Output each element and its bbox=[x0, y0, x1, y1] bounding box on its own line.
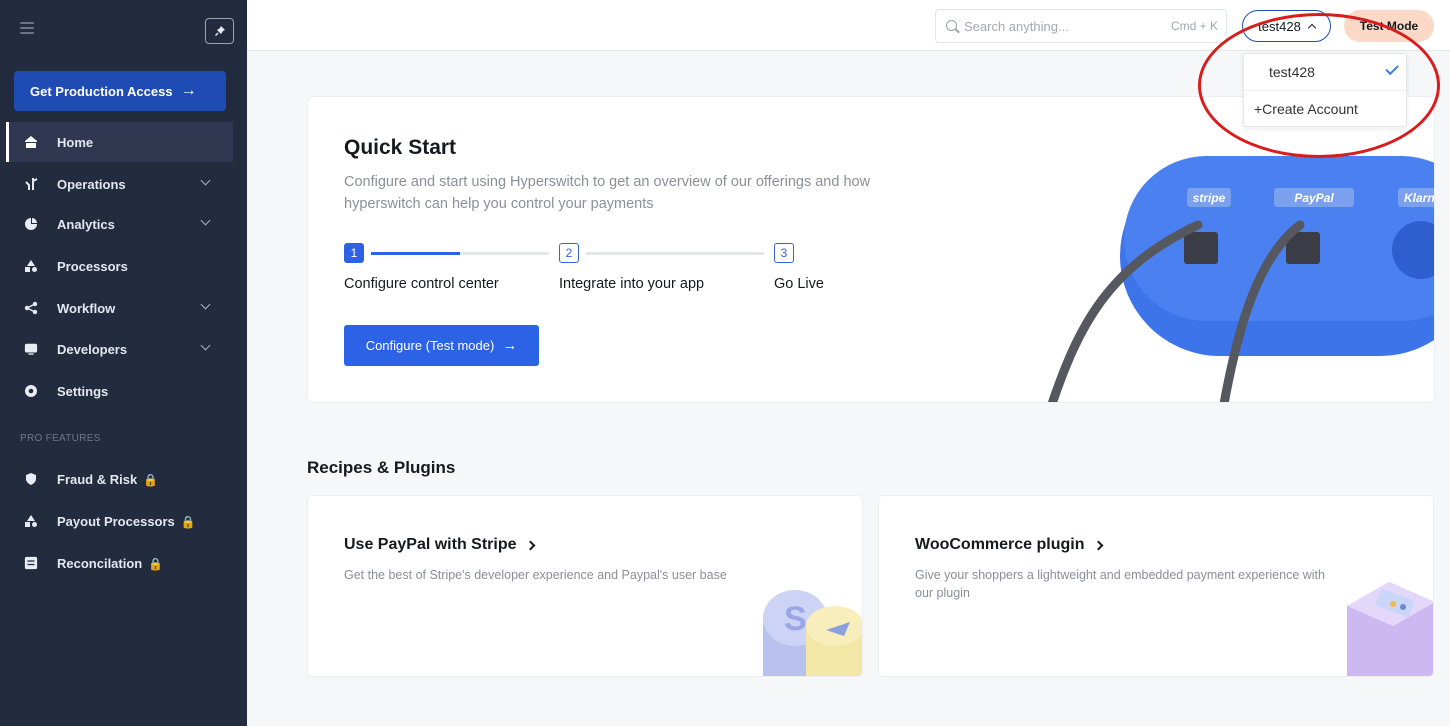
sidebar-top bbox=[0, 0, 247, 62]
step-1-progress-track bbox=[371, 252, 549, 255]
get-production-access-button[interactable]: Get Production Access → bbox=[14, 71, 226, 111]
quick-start-title: Quick Start bbox=[344, 136, 457, 159]
lock-icon: 🔒 bbox=[143, 472, 159, 487]
sidebar-item-label: Payout Processors 🔒 bbox=[57, 514, 196, 529]
sidebar-item-label: Workflow bbox=[57, 300, 116, 316]
analytics-icon bbox=[24, 217, 38, 231]
fraud-icon bbox=[24, 472, 38, 486]
recipe-card-title-text: Use PayPal with Stripe bbox=[344, 536, 517, 553]
chevron-up-icon bbox=[1307, 23, 1317, 33]
search-shortcut-hint: Cmd + K bbox=[1170, 19, 1218, 33]
step-3-badge: 3 bbox=[774, 243, 794, 263]
account-option-selected[interactable]: test428 bbox=[1244, 54, 1408, 90]
step-2-badge: 2 bbox=[559, 243, 579, 263]
recipe-card-title[interactable]: WooCommerce plugin bbox=[915, 536, 1103, 554]
sidebar-item-payout-processors[interactable]: Payout Processors 🔒 bbox=[6, 501, 233, 541]
hamburger-menu-icon[interactable] bbox=[20, 22, 34, 34]
configure-button-label: Configure (Test mode) bbox=[365, 338, 495, 353]
payout-icon bbox=[24, 514, 38, 528]
account-dropdown: test428 +Create Account bbox=[1243, 53, 1408, 127]
get-production-access-label: Get Production Access bbox=[30, 83, 173, 99]
arrow-right-icon: → bbox=[502, 337, 518, 354]
sidebar-item-label: Reconcilation 🔒 bbox=[57, 556, 163, 571]
chevron-right-icon bbox=[525, 540, 535, 550]
pin-icon[interactable] bbox=[205, 18, 234, 44]
chevron-down-icon bbox=[200, 299, 211, 310]
account-option-label: test428 bbox=[1269, 64, 1315, 80]
sidebar-item-label: Processors bbox=[57, 258, 128, 274]
checkmark-icon bbox=[1385, 61, 1399, 76]
recipe-card-description: Give your shoppers a lightweight and emb… bbox=[915, 568, 1325, 600]
workflow-icon bbox=[24, 301, 38, 315]
quick-start-card: Quick Start Configure and start using Hy… bbox=[307, 96, 1435, 403]
step-1-badge: 1 bbox=[344, 243, 364, 263]
configure-test-mode-button[interactable]: Configure (Test mode) → bbox=[344, 325, 539, 366]
sidebar-item-developers[interactable]: Developers bbox=[6, 329, 233, 369]
sidebar-item-settings[interactable]: Settings bbox=[6, 371, 233, 411]
recipe-card-paypal-stripe[interactable]: Use PayPal with Stripe Get the best of S… bbox=[307, 495, 863, 677]
plugin-box-illustration bbox=[1347, 582, 1433, 676]
processors-icon bbox=[24, 259, 38, 273]
sidebar-item-analytics[interactable]: Analytics bbox=[6, 204, 233, 244]
sidebar-item-label: Analytics bbox=[57, 216, 115, 232]
chevron-down-icon bbox=[200, 175, 211, 186]
payment-plugs-illustration: stripe PayPal Klarna bbox=[1048, 97, 1434, 402]
chevron-right-icon bbox=[1093, 540, 1103, 550]
sidebar-item-workflow[interactable]: Workflow bbox=[6, 288, 233, 328]
sidebar-item-label: Developers bbox=[57, 341, 128, 357]
sidebar-item-label: Settings bbox=[57, 383, 109, 399]
reconciliation-icon bbox=[24, 556, 38, 570]
chevron-down-icon bbox=[200, 340, 211, 351]
sidebar-item-label: Fraud & Risk 🔒 bbox=[57, 472, 158, 487]
step-3-label: Go Live bbox=[774, 276, 824, 292]
step-1-label: Configure control center bbox=[344, 276, 499, 292]
quick-start-description: Configure and start using Hyperswitch to… bbox=[344, 174, 871, 212]
operations-icon bbox=[24, 177, 38, 191]
sidebar-item-operations[interactable]: Operations bbox=[6, 164, 233, 204]
chevron-down-icon bbox=[200, 215, 211, 226]
recipes-section-title: Recipes & Plugins bbox=[307, 458, 456, 477]
step-2-progress-track bbox=[586, 252, 764, 255]
svg-text:S: S bbox=[784, 600, 807, 638]
lock-icon: 🔒 bbox=[148, 556, 164, 571]
test-mode-badge[interactable]: Test Mode bbox=[1344, 10, 1434, 42]
pro-features-label: PRO FEATURES bbox=[20, 433, 101, 444]
search-input[interactable] bbox=[964, 16, 1164, 36]
recipe-card-title[interactable]: Use PayPal with Stripe bbox=[344, 536, 535, 554]
reconciliation-label: Reconcilation bbox=[57, 555, 143, 571]
sidebar-item-home[interactable]: Home bbox=[6, 122, 233, 162]
recipe-card-woocommerce[interactable]: WooCommerce plugin Give your shoppers a … bbox=[878, 495, 1434, 677]
sidebar-item-fraud-risk[interactable]: Fraud & Risk 🔒 bbox=[6, 459, 233, 499]
sidebar: Get Production Access → Home Operations … bbox=[0, 0, 247, 726]
recipe-card-description: Get the best of Stripe's developer exper… bbox=[344, 568, 727, 582]
fraud-risk-label: Fraud & Risk bbox=[57, 471, 138, 487]
account-name: test428 bbox=[1258, 18, 1301, 34]
payout-processors-label: Payout Processors bbox=[57, 513, 175, 529]
illustration-cables bbox=[1048, 220, 1305, 402]
sidebar-item-processors[interactable]: Processors bbox=[6, 246, 233, 286]
arrow-right-icon: → bbox=[180, 82, 197, 99]
sidebar-item-label: Operations bbox=[57, 176, 126, 192]
step-2-label: Integrate into your app bbox=[559, 276, 705, 292]
search-icon bbox=[946, 20, 957, 31]
search-box[interactable]: Cmd + K bbox=[935, 9, 1227, 43]
create-account-option[interactable]: +Create Account bbox=[1244, 90, 1408, 126]
lock-icon: 🔒 bbox=[180, 514, 196, 529]
account-switcher-button[interactable]: test428 bbox=[1242, 10, 1331, 42]
sidebar-item-label: Home bbox=[57, 134, 94, 150]
settings-icon bbox=[24, 384, 38, 398]
recipe-card-title-text: WooCommerce plugin bbox=[915, 536, 1085, 553]
sidebar-item-reconciliation[interactable]: Reconcilation 🔒 bbox=[6, 543, 233, 583]
developers-icon bbox=[24, 342, 38, 356]
coins-illustration: S bbox=[763, 590, 862, 676]
top-header: Cmd + K test428 Test Mode bbox=[247, 0, 1450, 51]
step-1-progress-fill bbox=[371, 252, 460, 255]
home-icon bbox=[24, 135, 38, 149]
